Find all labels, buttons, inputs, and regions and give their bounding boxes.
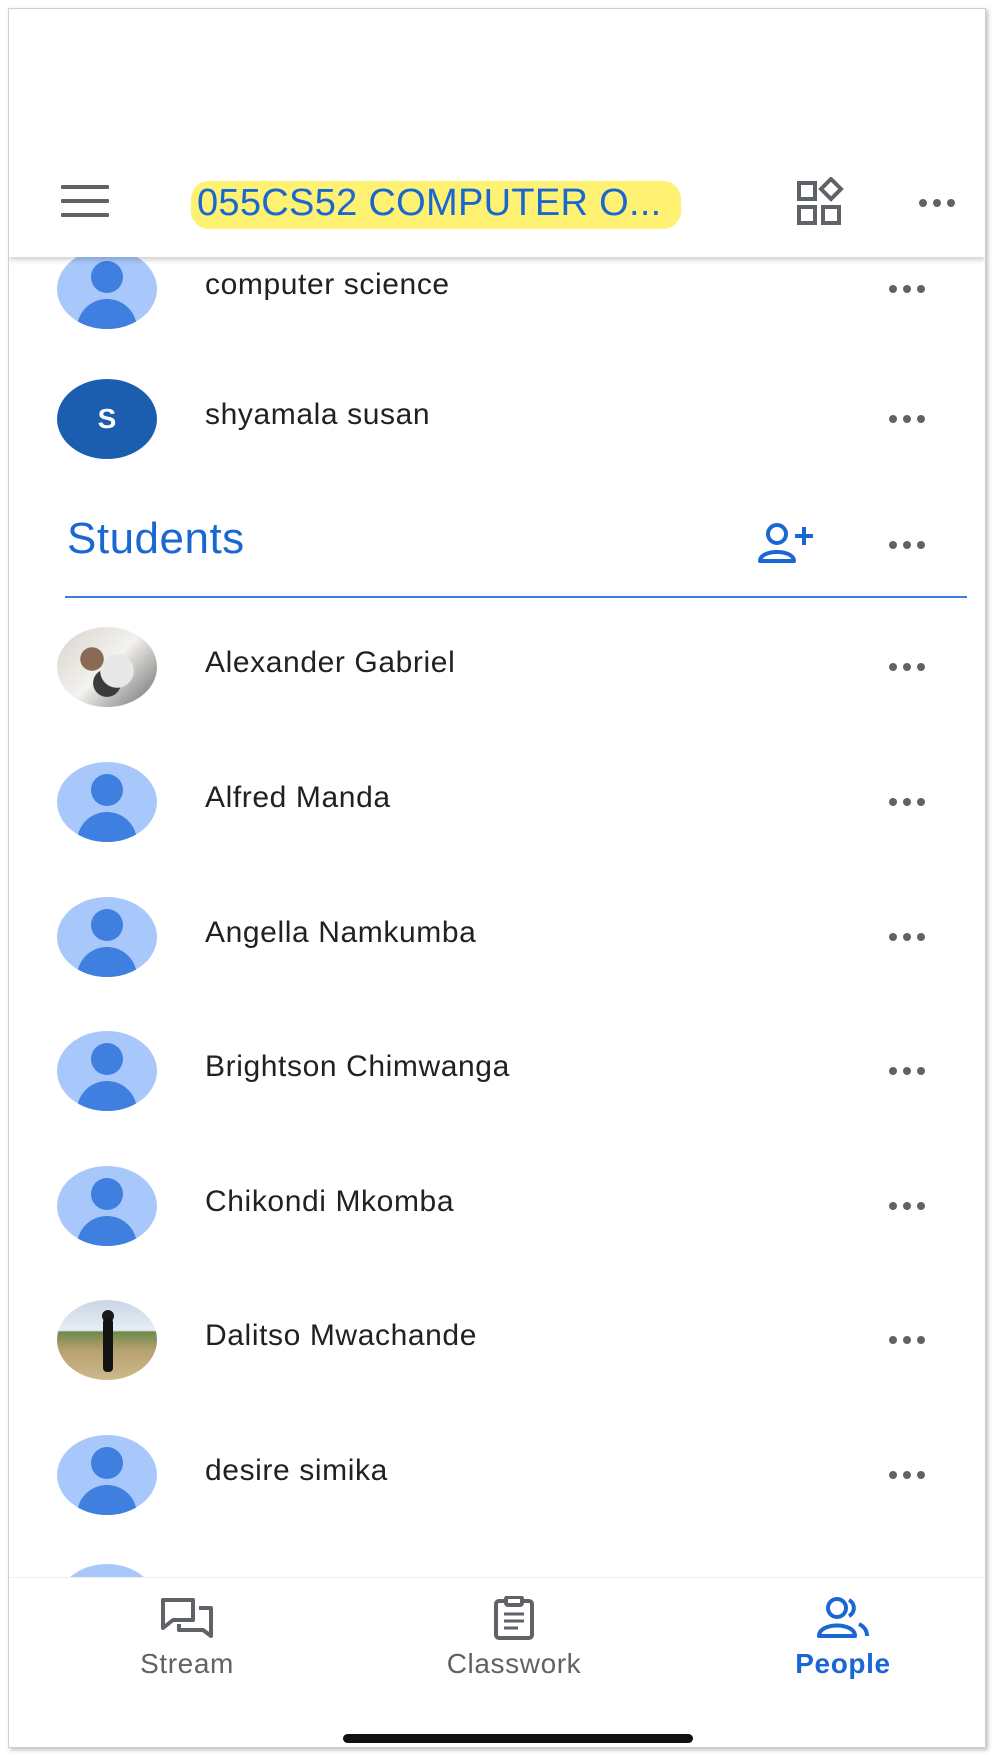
phone-screen: 055CS52 COMPUTER O... computer science S… (8, 8, 986, 1748)
home-indicator[interactable] (343, 1734, 693, 1743)
list-item[interactable]: Alexander Gabriel (9, 612, 985, 722)
bottom-navigation: Stream Classwork People (9, 1577, 985, 1747)
more-options-icon[interactable] (913, 187, 961, 219)
classwork-icon (494, 1596, 534, 1640)
more-options-icon[interactable] (883, 1324, 931, 1356)
list-item[interactable]: Dalitso Mwachande (9, 1285, 985, 1395)
person-name: Alfred Manda (205, 781, 391, 814)
more-options-icon[interactable] (883, 651, 931, 683)
person-name: desire simika (205, 1454, 388, 1487)
list-item[interactable]: Chikondi Mkomba (9, 1151, 985, 1261)
list-item[interactable]: Brightson Chimwanga (9, 1016, 985, 1126)
person-name: Angella Namkumba (205, 916, 477, 949)
person-name: Chikondi Mkomba (205, 1185, 455, 1218)
more-options-icon[interactable] (883, 1459, 931, 1491)
list-item[interactable]: S shyamala susan (9, 364, 985, 474)
generic-avatar (57, 1435, 157, 1515)
person-name: Alexander Gabriel (205, 646, 456, 679)
more-options-icon[interactable] (883, 273, 931, 305)
stream-icon (161, 1598, 213, 1638)
photo-avatar (57, 627, 157, 707)
tab-stream-label: Stream (140, 1648, 234, 1679)
more-options-icon[interactable] (883, 1055, 931, 1087)
list-item[interactable]: Alfred Manda (9, 747, 985, 857)
more-options-icon[interactable] (883, 403, 931, 435)
tab-classwork-label: Classwork (446, 1648, 582, 1679)
tab-people-label: People (795, 1648, 891, 1679)
list-item[interactable]: Angella Namkumba (9, 882, 985, 992)
people-icon (817, 1597, 869, 1638)
more-options-icon[interactable] (883, 1190, 931, 1222)
more-options-icon[interactable] (883, 529, 931, 561)
person-name: Dalitso Mwachande (205, 1319, 477, 1352)
tab-classwork[interactable]: Classwork (414, 1596, 614, 1696)
person-name: shyamala susan (205, 398, 431, 431)
generic-avatar (57, 1031, 157, 1111)
generic-avatar (57, 897, 157, 977)
class-title-text: 055CS52 COMPUTER O... (197, 182, 662, 224)
class-title[interactable]: 055CS52 COMPUTER O... (191, 175, 681, 231)
classroom-apps-icon[interactable] (795, 176, 847, 229)
list-item[interactable]: desire simika (9, 1420, 985, 1530)
person-name: computer science (205, 268, 450, 301)
tab-stream[interactable]: Stream (87, 1596, 287, 1696)
more-options-icon[interactable] (883, 786, 931, 818)
person-name: Brightson Chimwanga (205, 1050, 510, 1083)
tab-people[interactable]: People (743, 1596, 943, 1696)
photo-avatar (57, 1300, 157, 1380)
generic-avatar (57, 762, 157, 842)
section-divider (65, 596, 967, 598)
top-app-bar: 055CS52 COMPUTER O... (9, 9, 985, 257)
students-section-title: Students (67, 514, 245, 563)
hamburger-menu-icon[interactable] (61, 185, 109, 221)
more-options-icon[interactable] (883, 921, 931, 953)
letter-avatar: S (57, 379, 157, 459)
generic-avatar (57, 1166, 157, 1246)
add-student-icon[interactable] (757, 521, 815, 567)
generic-avatar (57, 249, 157, 329)
